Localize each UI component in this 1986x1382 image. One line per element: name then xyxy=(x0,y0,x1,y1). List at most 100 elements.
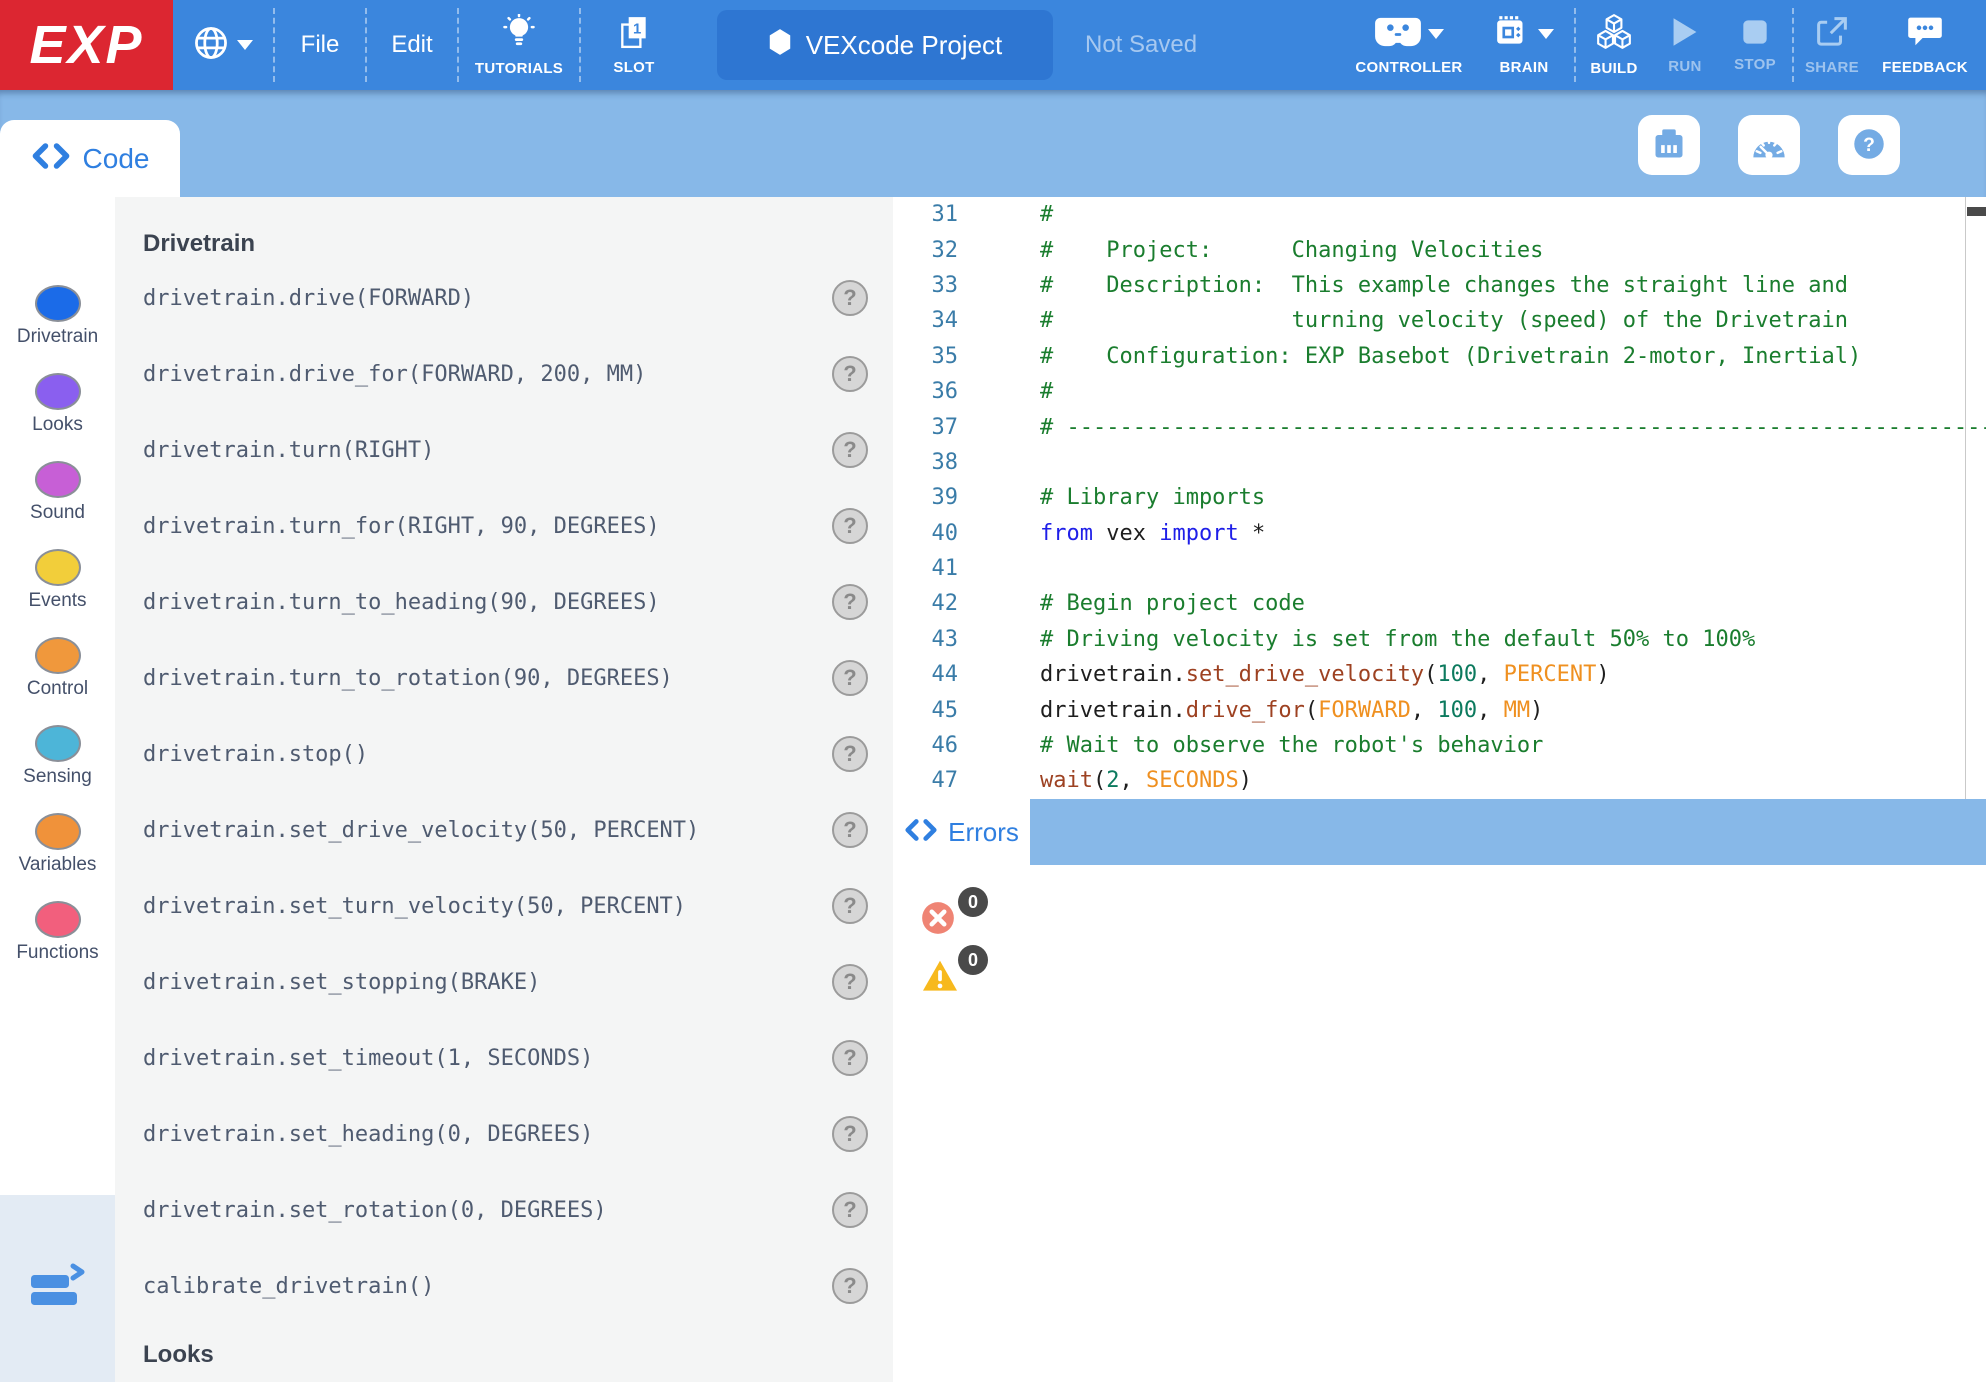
category-sensing[interactable]: Sensing xyxy=(0,725,115,813)
command-help-button[interactable]: ? xyxy=(832,1040,868,1076)
edit-menu-label: Edit xyxy=(391,31,432,59)
command-row: drivetrain.drive(FORWARD)? xyxy=(143,260,868,336)
command-text[interactable]: drivetrain.set_turn_velocity(50, PERCENT… xyxy=(143,894,686,919)
tab-errors[interactable]: Errors xyxy=(893,799,1030,865)
warning-count-badge: 0 xyxy=(958,945,988,975)
command-row: drivetrain.turn_for(RIGHT, 90, DEGREES)? xyxy=(143,488,868,564)
chevron-down-icon xyxy=(1538,29,1554,39)
tutorials-label: TUTORIALS xyxy=(475,60,563,77)
share-button[interactable]: SHARE xyxy=(1794,0,1870,90)
run-button[interactable]: RUN xyxy=(1652,0,1718,90)
controller-icon xyxy=(1374,15,1422,54)
tutorials-button[interactable]: TUTORIALS xyxy=(459,0,579,90)
category-events[interactable]: Events xyxy=(0,549,115,637)
warning-status: 0 xyxy=(921,945,991,1001)
code-lines: 31#32# Project: Changing Velocities33# D… xyxy=(893,197,1986,799)
command-text[interactable]: calibrate_drivetrain() xyxy=(143,1274,434,1299)
project-name-button[interactable]: VEXcode Project xyxy=(717,10,1053,80)
category-variables[interactable]: Variables xyxy=(0,813,115,901)
code-line: 34# turning velocity (speed) of the Driv… xyxy=(893,303,1986,338)
code-line: 40from vex import * xyxy=(893,516,1986,551)
code-line: 31 # xyxy=(893,197,1986,232)
slot-button[interactable]: 1 SLOT xyxy=(581,0,687,90)
command-text[interactable]: drivetrain.drive_for(FORWARD, 200, MM) xyxy=(143,362,646,387)
toolbar-right-group: CONTROLLER BRAIN BUILD xyxy=(1344,0,1980,90)
controller-button[interactable]: CONTROLLER xyxy=(1344,0,1474,90)
category-looks[interactable]: Looks xyxy=(0,373,115,461)
language-menu-button[interactable] xyxy=(173,0,273,90)
edit-menu[interactable]: Edit xyxy=(367,0,457,90)
command-text[interactable]: drivetrain.drive(FORWARD) xyxy=(143,286,474,311)
code-text: wait(2, SECONDS) xyxy=(1040,768,1252,793)
command-text[interactable]: drivetrain.turn(RIGHT) xyxy=(143,438,434,463)
command-text[interactable]: drivetrain.set_drive_velocity(50, PERCEN… xyxy=(143,818,699,843)
command-help-button[interactable]: ? xyxy=(832,736,868,772)
brain-button[interactable]: BRAIN xyxy=(1474,0,1574,90)
secondary-toolbar: Code ? xyxy=(0,90,1986,197)
code-line: 46# Wait to observe the robot's behavior xyxy=(893,728,1986,763)
code-text: # Description: This example changes the … xyxy=(1040,273,1848,298)
category-color-dot xyxy=(35,725,81,762)
save-status: Not Saved xyxy=(1085,31,1197,59)
code-line: 38 xyxy=(893,445,1986,480)
command-help-button[interactable]: ? xyxy=(832,1116,868,1152)
run-label: RUN xyxy=(1668,58,1701,75)
question-mark-icon: ? xyxy=(1852,127,1886,164)
exp-logo: EXP xyxy=(0,0,173,90)
command-help-button[interactable]: ? xyxy=(832,356,868,392)
warning-icon xyxy=(921,959,959,998)
command-help-button[interactable]: ? xyxy=(832,432,868,468)
command-help-button[interactable]: ? xyxy=(832,1192,868,1228)
tab-code[interactable]: Code xyxy=(0,120,180,197)
stop-button[interactable]: STOP xyxy=(1718,0,1792,90)
scrollbar-thumb[interactable] xyxy=(1967,207,1986,216)
line-number: 37 xyxy=(893,415,958,440)
help-button[interactable]: ? xyxy=(1838,115,1900,175)
command-help-button[interactable]: ? xyxy=(832,1268,868,1304)
command-text[interactable]: drivetrain.set_rotation(0, DEGREES) xyxy=(143,1198,607,1223)
category-drivetrain[interactable]: Drivetrain xyxy=(0,285,115,373)
command-text[interactable]: drivetrain.set_timeout(1, SECONDS) xyxy=(143,1046,593,1071)
device-info-button[interactable] xyxy=(1638,115,1700,175)
code-editor[interactable]: 31#32# Project: Changing Velocities33# D… xyxy=(893,197,1986,799)
command-help-button[interactable]: ? xyxy=(832,660,868,696)
category-sound[interactable]: Sound xyxy=(0,461,115,549)
command-help-button[interactable]: ? xyxy=(832,584,868,620)
palette-section-title: Drivetrain xyxy=(143,227,868,260)
command-help-button[interactable]: ? xyxy=(832,508,868,544)
editor-scrollbar[interactable] xyxy=(1965,197,1986,799)
build-button[interactable]: BUILD xyxy=(1576,0,1652,90)
command-text[interactable]: drivetrain.turn_to_rotation(90, DEGREES) xyxy=(143,666,673,691)
command-row: drivetrain.drive_for(FORWARD, 200, MM)? xyxy=(143,336,868,412)
code-text: # xyxy=(1040,202,1053,227)
command-help-button[interactable]: ? xyxy=(832,812,868,848)
code-line: 43# Driving velocity is set from the def… xyxy=(893,622,1986,657)
command-text[interactable]: drivetrain.stop() xyxy=(143,742,368,767)
category-control[interactable]: Control xyxy=(0,637,115,725)
feedback-button[interactable]: FEEDBACK xyxy=(1870,0,1980,90)
file-menu[interactable]: File xyxy=(275,0,365,90)
command-text[interactable]: drivetrain.turn_to_heading(90, DEGREES) xyxy=(143,590,660,615)
category-functions[interactable]: Functions xyxy=(0,901,115,989)
command-help-button[interactable]: ? xyxy=(832,964,868,1000)
line-number: 31 xyxy=(893,202,958,227)
controller-label: CONTROLLER xyxy=(1355,59,1462,76)
switch-to-blocks-button[interactable] xyxy=(0,1195,115,1382)
code-text: # Driving velocity is set from the defau… xyxy=(1040,627,1755,652)
category-label: Sound xyxy=(30,502,85,524)
line-number: 32 xyxy=(893,238,958,263)
command-help-button[interactable]: ? xyxy=(832,888,868,924)
dashboard-button[interactable] xyxy=(1738,115,1800,175)
top-toolbar: EXP File Edit TUTORIALS 1 SLOT xyxy=(0,0,1986,90)
category-label: Variables xyxy=(19,854,97,876)
command-text[interactable]: drivetrain.turn_for(RIGHT, 90, DEGREES) xyxy=(143,514,660,539)
code-chevrons-icon xyxy=(31,141,71,176)
command-text[interactable]: drivetrain.set_heading(0, DEGREES) xyxy=(143,1122,593,1147)
code-text: # Wait to observe the robot's behavior xyxy=(1040,733,1543,758)
globe-icon xyxy=(193,25,229,66)
category-label: Functions xyxy=(16,942,98,964)
command-text[interactable]: drivetrain.set_stopping(BRAKE) xyxy=(143,970,540,995)
command-help-button[interactable]: ? xyxy=(832,280,868,316)
lightbulb-icon xyxy=(502,14,536,55)
exp-logo-text: EXP xyxy=(29,14,143,76)
